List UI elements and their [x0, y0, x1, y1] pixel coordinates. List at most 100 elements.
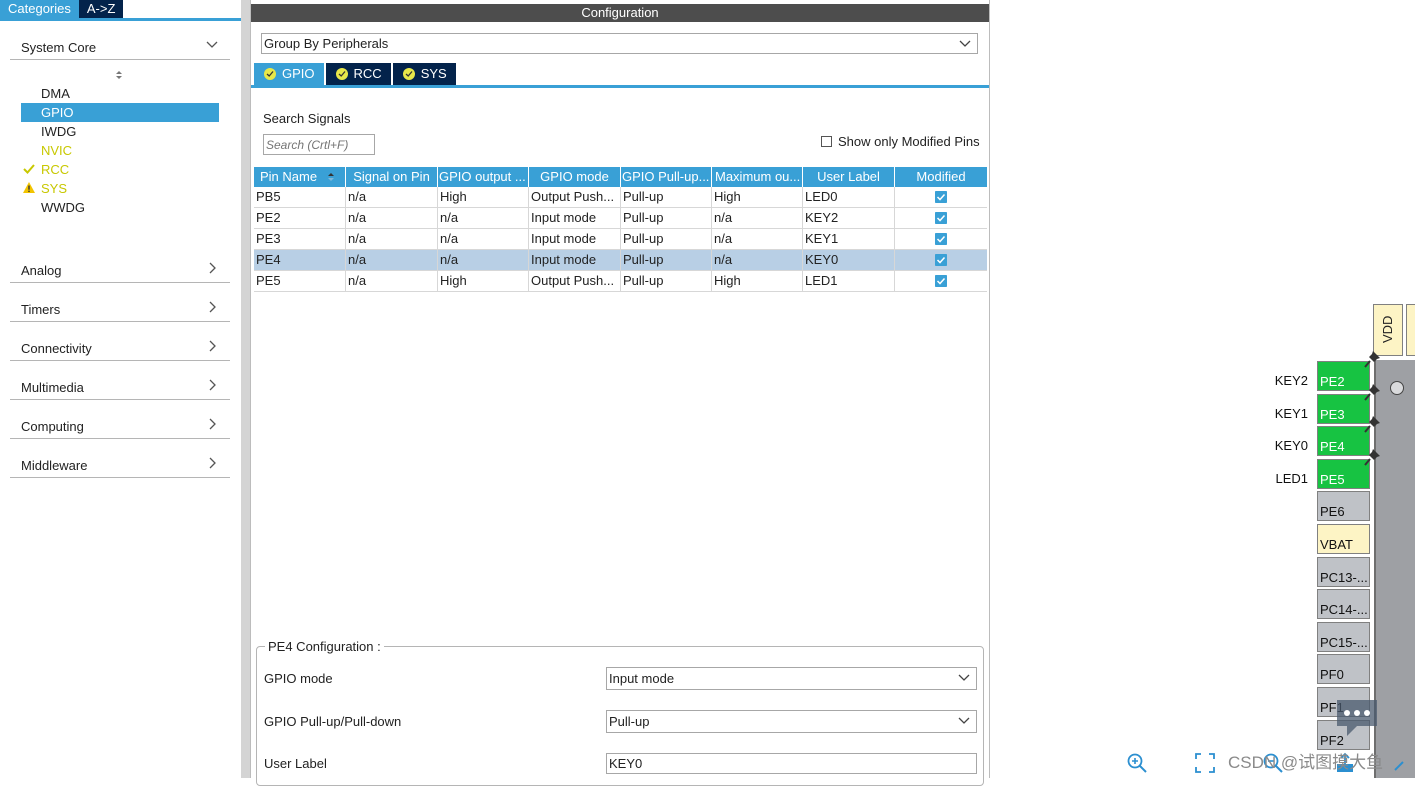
- header-gpio-mode[interactable]: GPIO mode: [529, 167, 621, 187]
- rotate-icon[interactable]: [1393, 752, 1407, 774]
- header-modified[interactable]: Modified: [895, 167, 987, 187]
- pin-user-label: KEY0: [1274, 438, 1308, 453]
- pin-pc13[interactable]: PC13-...: [1317, 557, 1370, 587]
- checkbox-box: [821, 136, 832, 147]
- item-label: RCC: [41, 162, 70, 177]
- table-row[interactable]: PE5 n/a High Output Push... Pull-up High LED1: [254, 271, 987, 292]
- tab-label: SYS: [420, 66, 447, 81]
- header-pin-name[interactable]: Pin Name: [254, 167, 346, 187]
- cell-signal: n/a: [346, 250, 438, 270]
- search-signals-input[interactable]: [263, 134, 375, 155]
- watermark: CSDN @试图摸大鱼: [1228, 753, 1384, 772]
- tab-gpio[interactable]: GPIO: [254, 63, 324, 85]
- pin-pe4[interactable]: PE4: [1317, 426, 1370, 456]
- tab-categories[interactable]: Categories: [0, 0, 79, 18]
- header-signal[interactable]: Signal on Pin: [346, 167, 438, 187]
- table-row[interactable]: PE4 n/a n/a Input mode Pull-up n/a KEY0: [254, 250, 987, 271]
- cell-max-speed: n/a: [712, 208, 803, 228]
- cell-user-label: LED1: [803, 271, 895, 291]
- category-computing[interactable]: Computing: [10, 412, 230, 439]
- sidebar-item-nvic[interactable]: NVIC: [21, 141, 219, 160]
- pin-top-partial[interactable]: [1406, 304, 1415, 356]
- pin-name: PF0: [1320, 667, 1344, 682]
- pin-pe6[interactable]: PE6: [1317, 491, 1370, 521]
- header-pull[interactable]: GPIO Pull-up...: [621, 167, 712, 187]
- table-row[interactable]: PE3 n/a n/a Input mode Pull-up n/a KEY1: [254, 229, 987, 250]
- category-label: Timers: [21, 302, 61, 317]
- pin-vbat[interactable]: VBAT: [1317, 524, 1370, 554]
- sidebar-item-rcc[interactable]: RCC: [21, 160, 219, 179]
- cell-signal: n/a: [346, 208, 438, 228]
- fit-screen-icon[interactable]: [1194, 752, 1216, 774]
- category-multimedia[interactable]: Multimedia: [10, 373, 230, 400]
- pin-pc15[interactable]: PC15-...: [1317, 622, 1370, 652]
- tab-underline: [251, 85, 989, 88]
- gpio-mode-select[interactable]: Input mode: [606, 667, 977, 690]
- item-label: SYS: [41, 181, 68, 196]
- category-timers[interactable]: Timers: [10, 295, 230, 322]
- header-user-label[interactable]: User Label: [803, 167, 895, 187]
- tab-underline: [0, 18, 241, 21]
- category-label: Multimedia: [21, 380, 84, 395]
- category-label: System Core: [21, 40, 97, 55]
- pin-config-title: PE4 Configuration :: [265, 639, 384, 654]
- show-modified-checkbox[interactable]: Show only Modified Pins: [821, 134, 980, 149]
- tab-a-z[interactable]: A->Z: [78, 0, 124, 18]
- category-system-core[interactable]: System Core: [10, 33, 230, 60]
- cell-pin-name: PE4: [254, 250, 346, 270]
- checked-checkbox-icon[interactable]: [935, 233, 947, 245]
- checked-checkbox-icon[interactable]: [935, 191, 947, 203]
- chevron-right-icon: [209, 457, 216, 469]
- sidebar-item-wwdg[interactable]: WWDG: [21, 198, 219, 217]
- cell-pin-name: PE3: [254, 229, 346, 249]
- sidebar-item-dma[interactable]: DMA: [21, 84, 219, 103]
- chat-bubble-icon[interactable]: [1333, 696, 1381, 738]
- sidebar-item-sys[interactable]: SYS: [21, 179, 219, 198]
- pin-pe5[interactable]: PE5: [1317, 459, 1370, 489]
- cell-max-speed: n/a: [712, 250, 803, 270]
- category-middleware[interactable]: Middleware: [10, 451, 230, 478]
- item-label: WWDG: [41, 200, 86, 215]
- header-max-speed[interactable]: Maximum ou...: [712, 167, 803, 187]
- configuration-title: Configuration: [251, 4, 989, 22]
- zoom-in-icon[interactable]: [1126, 752, 1148, 774]
- table-row[interactable]: PB5 n/a High Output Push... Pull-up High LED0: [254, 187, 987, 208]
- search-signals-label: Search Signals: [263, 111, 351, 126]
- tab-sys[interactable]: SYS: [392, 63, 456, 85]
- group-by-value: Group By Peripherals: [264, 36, 389, 51]
- checked-checkbox-icon[interactable]: [935, 212, 947, 224]
- pin-pe2[interactable]: PE2: [1317, 361, 1370, 391]
- tab-rcc[interactable]: RCC: [325, 63, 391, 85]
- pin-name: VBAT: [1320, 537, 1353, 552]
- cell-gpio-mode: Output Push...: [529, 187, 621, 207]
- checked-checkbox-icon[interactable]: [935, 254, 947, 266]
- pin-pc14[interactable]: PC14-...: [1317, 589, 1370, 619]
- sort-icon[interactable]: [114, 69, 124, 81]
- cell-output-level: n/a: [438, 208, 529, 228]
- chevron-down-icon: [958, 717, 970, 724]
- cell-signal: n/a: [346, 187, 438, 207]
- category-connectivity[interactable]: Connectivity: [10, 334, 230, 361]
- pushpin-icon: [1364, 449, 1380, 466]
- pin-name: PC14-...: [1320, 602, 1368, 617]
- pin-user-label: LED1: [1275, 471, 1308, 486]
- pin-name: PE4: [1320, 439, 1345, 454]
- header-output-level[interactable]: GPIO output ...: [438, 167, 529, 187]
- chevron-right-icon: [209, 340, 216, 352]
- check-circle-icon: [264, 68, 276, 80]
- category-label: Analog: [21, 263, 62, 278]
- category-analog[interactable]: Analog: [10, 256, 230, 283]
- panel-splitter[interactable]: [241, 0, 250, 778]
- sidebar-item-iwdg[interactable]: IWDG: [21, 122, 219, 141]
- pin-pf0[interactable]: PF0: [1317, 654, 1370, 684]
- left-tabs: Categories A->Z: [0, 0, 124, 20]
- table-row[interactable]: PE2 n/a n/a Input mode Pull-up n/a KEY2: [254, 208, 987, 229]
- checked-checkbox-icon[interactable]: [935, 275, 947, 287]
- check-circle-icon: [402, 68, 415, 80]
- user-label-input[interactable]: KEY0: [606, 753, 977, 774]
- pin-pe3[interactable]: PE3: [1317, 394, 1370, 424]
- tab-label: GPIO: [282, 66, 315, 81]
- sidebar-item-gpio[interactable]: GPIO: [21, 103, 219, 122]
- group-by-select[interactable]: Group By Peripherals: [261, 33, 978, 54]
- pull-select[interactable]: Pull-up: [606, 710, 977, 733]
